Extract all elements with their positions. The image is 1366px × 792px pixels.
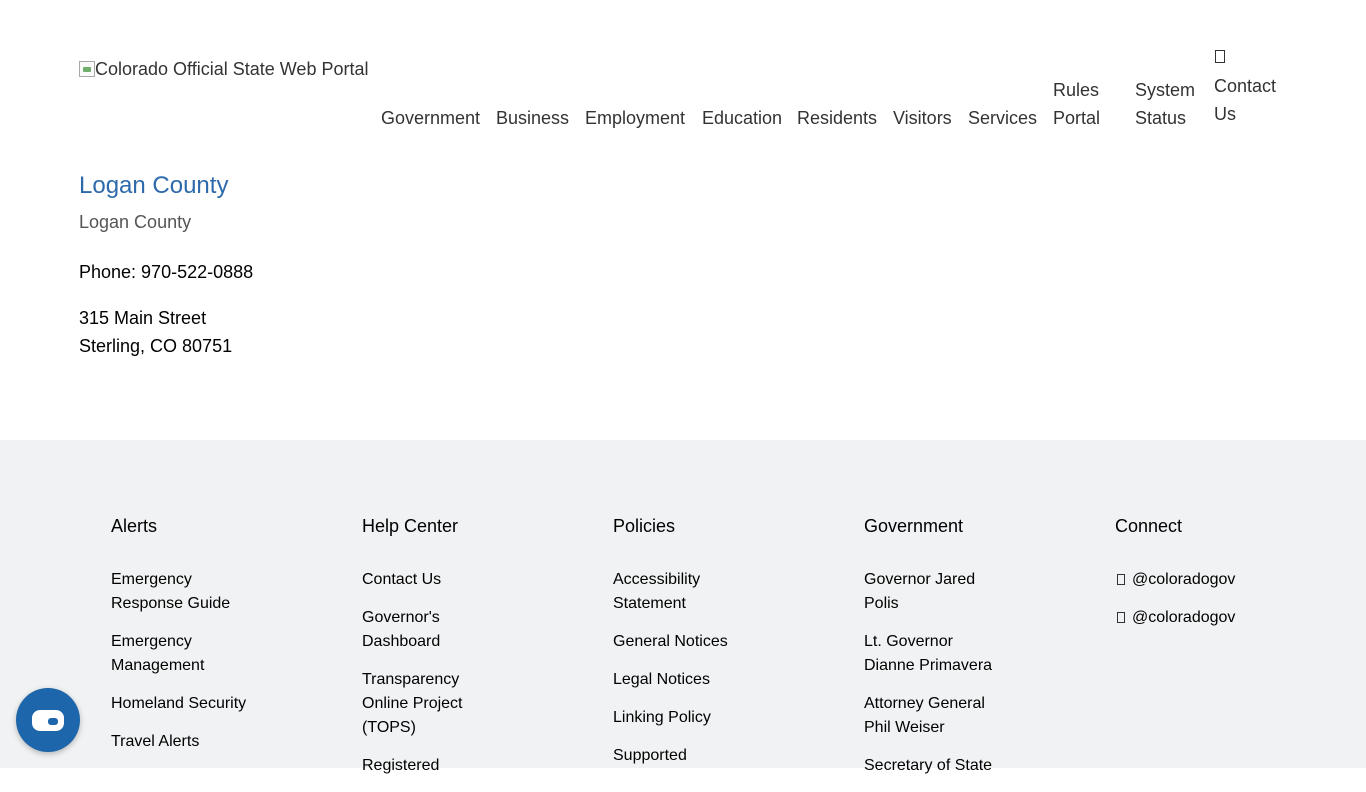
footer-heading: Connect [1115, 516, 1183, 536]
nav-services[interactable]: Services [968, 104, 1037, 132]
footer-column-alerts: Alerts Emergency Response Guide Emergency… [111, 514, 246, 768]
page-subtitle: Logan County [79, 212, 192, 232]
footer-link[interactable]: Supported [613, 744, 728, 768]
site-footer: Alerts Emergency Response Guide Emergency… [0, 440, 1366, 774]
footer-column-help-center: Help Center Contact Us Governor's Dashboa… [362, 514, 463, 792]
footer-heading: Help Center [362, 516, 459, 536]
footer-link[interactable]: Travel Alerts [111, 730, 246, 754]
footer-heading: Policies [613, 516, 676, 536]
address: 315 Main Street Sterling, CO 80751 [79, 304, 232, 360]
footer-link[interactable]: Transparency Online Project (TOPS) [362, 668, 463, 740]
footer-link[interactable]: Emergency Management [111, 630, 246, 678]
chat-button[interactable] [16, 688, 80, 752]
footer-link[interactable]: Emergency Response Guide [111, 568, 246, 616]
address-city: Sterling, CO 80751 [79, 336, 233, 356]
logo-link[interactable]: Colorado Official State Web Portal [79, 59, 368, 80]
footer-link[interactable]: Registered [362, 754, 463, 778]
nav-business[interactable]: Business [496, 104, 569, 132]
page-title[interactable]: Logan County [79, 172, 228, 200]
footer-link[interactable]: Governor's Dashboard [362, 606, 463, 654]
footer-link[interactable]: Linking Policy [613, 706, 728, 730]
logo-alt-text: Colorado Official State Web Portal [95, 59, 369, 79]
broken-image-icon [79, 61, 95, 77]
facebook-icon [1117, 574, 1125, 585]
footer-link[interactable]: Legal Notices [613, 668, 728, 692]
footer-link[interactable]: Homeland Security [111, 692, 246, 716]
nav-system-status[interactable]: System Status [1135, 76, 1195, 132]
envelope-icon [1215, 50, 1225, 63]
footer-link[interactable]: Secretary of State [864, 754, 992, 778]
nav-government[interactable]: Government [381, 104, 480, 132]
footer-link[interactable]: Accessibility Statement [613, 568, 728, 616]
nav-education[interactable]: Education [702, 104, 782, 132]
footer-column-connect: Connect @coloradogov @coloradogov [1115, 514, 1235, 644]
footer-column-policies: Policies Accessibility Statement General … [613, 514, 728, 782]
footer-heading: Government [864, 516, 964, 536]
footer-column-government: Government Governor Jared Polis Lt. Gover… [864, 514, 992, 792]
footer-link[interactable]: Lt. Governor Dianne Primavera [864, 630, 992, 678]
footer-link[interactable]: Contact Us [362, 568, 463, 592]
twitter-link[interactable]: @coloradogov [1115, 606, 1235, 630]
footer-link[interactable]: Governor Jared Polis [864, 568, 992, 616]
phone-number: Phone: 970-522-0888 [79, 262, 254, 282]
nav-residents[interactable]: Residents [797, 104, 877, 132]
footer-heading: Alerts [111, 516, 158, 536]
nav-rules-portal[interactable]: Rules Portal [1053, 76, 1100, 132]
twitter-icon [1117, 612, 1125, 623]
nav-contact-us[interactable]: Contact Us [1214, 72, 1276, 128]
footer-link[interactable]: General Notices [613, 630, 728, 654]
footer-link[interactable]: Attorney General Phil Weiser [864, 692, 992, 740]
chat-bubble-icon [32, 709, 64, 731]
nav-visitors[interactable]: Visitors [893, 104, 952, 132]
address-street: 315 Main Street [79, 308, 207, 328]
nav-employment[interactable]: Employment [585, 104, 685, 132]
facebook-link[interactable]: @coloradogov [1115, 568, 1235, 592]
